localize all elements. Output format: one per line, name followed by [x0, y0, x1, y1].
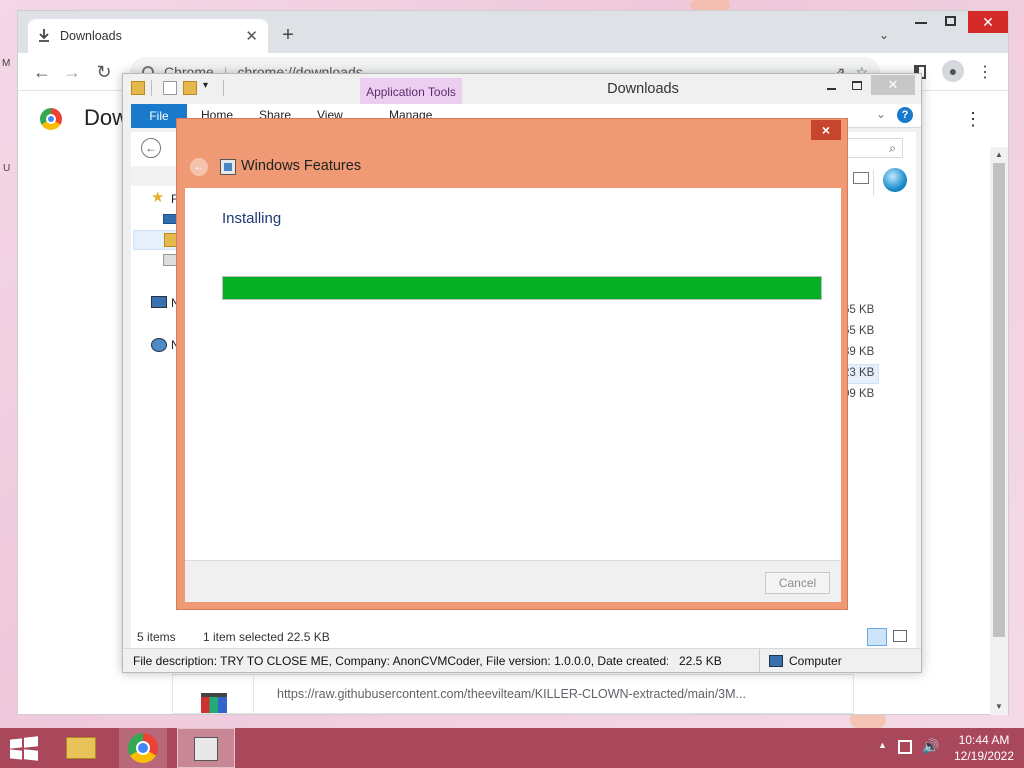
explorer-status-bar: 5 items 1 item selected 22.5 KB [131, 626, 916, 648]
explorer-minimize-button[interactable] [827, 88, 836, 90]
wallpaper-stroke [690, 0, 730, 10]
taskbar-windows-features-icon[interactable] [177, 728, 235, 768]
help-icon[interactable]: ? [897, 107, 913, 123]
windows-features-dialog: × ← Windows Features Installing Cancel [176, 118, 848, 610]
file-details-text: File description: TRY TO CLOSE ME, Compa… [133, 654, 668, 668]
close-button[interactable]: ✕ [968, 11, 1008, 33]
progress-fill [223, 277, 821, 299]
computer-icon [151, 296, 167, 308]
dialog-title: Windows Features [241, 158, 362, 174]
profile-avatar-icon[interactable]: ● [942, 60, 964, 82]
dialog-content: Installing Cancel [185, 188, 841, 602]
tab-downloads[interactable]: Downloads ✕ [28, 19, 268, 53]
system-tray: ▲ 🔊 10:44 AM 12/19/2022 [870, 728, 1024, 768]
page-scrollbar[interactable]: ▲ ▼ [990, 147, 1008, 715]
tray-overflow-icon[interactable]: ▲ [878, 740, 887, 750]
download-icon [38, 28, 50, 45]
item-count: 5 items [137, 630, 176, 644]
computer-zone-icon [769, 655, 783, 667]
clock-date[interactable]: 12/19/2022 [948, 749, 1020, 763]
forward-arrow-icon[interactable]: → [60, 60, 84, 84]
dialog-footer: Cancel [185, 560, 841, 602]
network-tray-icon[interactable] [898, 740, 912, 754]
search-icon: ⌕ [889, 141, 896, 155]
desktop-icon-stub[interactable]: M [2, 58, 10, 69]
explorer-back-icon[interactable]: ← [141, 138, 161, 158]
new-folder-icon[interactable] [183, 81, 197, 95]
minimize-button[interactable] [915, 22, 927, 24]
tab-search-chevron-icon[interactable]: ⌄ [874, 25, 894, 45]
cancel-button[interactable]: Cancel [765, 572, 830, 594]
reload-icon[interactable]: ↻ [92, 60, 116, 84]
quick-access-dropdown-icon[interactable]: ▾ [203, 80, 208, 91]
download-item[interactable]: https://raw.githubusercontent.com/theevi… [172, 674, 854, 715]
favorites-star-icon: ★ [151, 189, 165, 206]
explorer-maximize-button[interactable] [852, 81, 862, 90]
tab-strip: Downloads ✕ + ⌄ ✕ [18, 11, 1008, 53]
folder-icon [131, 81, 145, 95]
explorer-search-box[interactable]: ⌕ [843, 138, 903, 158]
download-url[interactable]: https://raw.githubusercontent.com/theevi… [277, 687, 746, 701]
preview-pane-icon[interactable] [853, 172, 869, 184]
dialog-back-icon[interactable]: ← [190, 158, 208, 176]
taskbar-chrome-icon[interactable] [119, 728, 167, 768]
taskbar-file-explorer-icon[interactable] [57, 728, 105, 768]
explorer-details-bar: File description: TRY TO CLOSE ME, Compa… [123, 648, 921, 673]
file-type-icon [201, 693, 227, 713]
explorer-close-button[interactable]: ✕ [871, 75, 915, 95]
selection-info: 1 item selected 22.5 KB [203, 630, 330, 644]
windows-features-icon [220, 159, 236, 175]
installing-heading: Installing [222, 210, 282, 227]
scrollbar-thumb[interactable] [993, 163, 1005, 637]
file-details-location: Computer [789, 654, 842, 668]
back-arrow-icon[interactable]: ← [30, 60, 54, 84]
tab-close-icon[interactable]: ✕ [245, 27, 258, 45]
desktop-icon-stub[interactable]: U [3, 163, 10, 174]
recent-places-icon[interactable] [163, 254, 177, 266]
file-details-size: 22.5 KB [679, 654, 722, 668]
divider [253, 675, 254, 715]
maximize-button[interactable] [945, 16, 956, 26]
desktop-icon[interactable] [163, 214, 177, 224]
chrome-menu-icon[interactable]: ⋮ [976, 60, 994, 84]
large-icons-view-icon[interactable] [893, 630, 907, 642]
install-progress-bar [222, 276, 822, 300]
chrome-logo-icon [40, 108, 62, 130]
explorer-titlebar: ▾ Application Tools Downloads ✕ [123, 74, 921, 106]
volume-icon[interactable]: 🔊 [922, 738, 939, 755]
start-windows-icon[interactable] [10, 736, 38, 761]
downloads-menu-icon[interactable]: ⋮ [964, 107, 982, 131]
dialog-close-button[interactable]: × [811, 120, 841, 140]
file-preview-icon [883, 168, 907, 192]
tab-title: Downloads [60, 29, 122, 43]
properties-icon[interactable] [163, 81, 177, 95]
network-icon [151, 338, 167, 352]
clock-time[interactable]: 10:44 AM [948, 733, 1020, 747]
ribbon-expand-chevron-icon[interactable]: ⌄ [876, 107, 886, 121]
details-view-icon[interactable] [867, 628, 887, 646]
application-tools-label: Application Tools [360, 78, 462, 106]
explorer-title: Downloads [607, 81, 679, 97]
new-tab-button[interactable]: + [276, 23, 300, 47]
taskbar: ▲ 🔊 10:44 AM 12/19/2022 [0, 728, 1024, 768]
